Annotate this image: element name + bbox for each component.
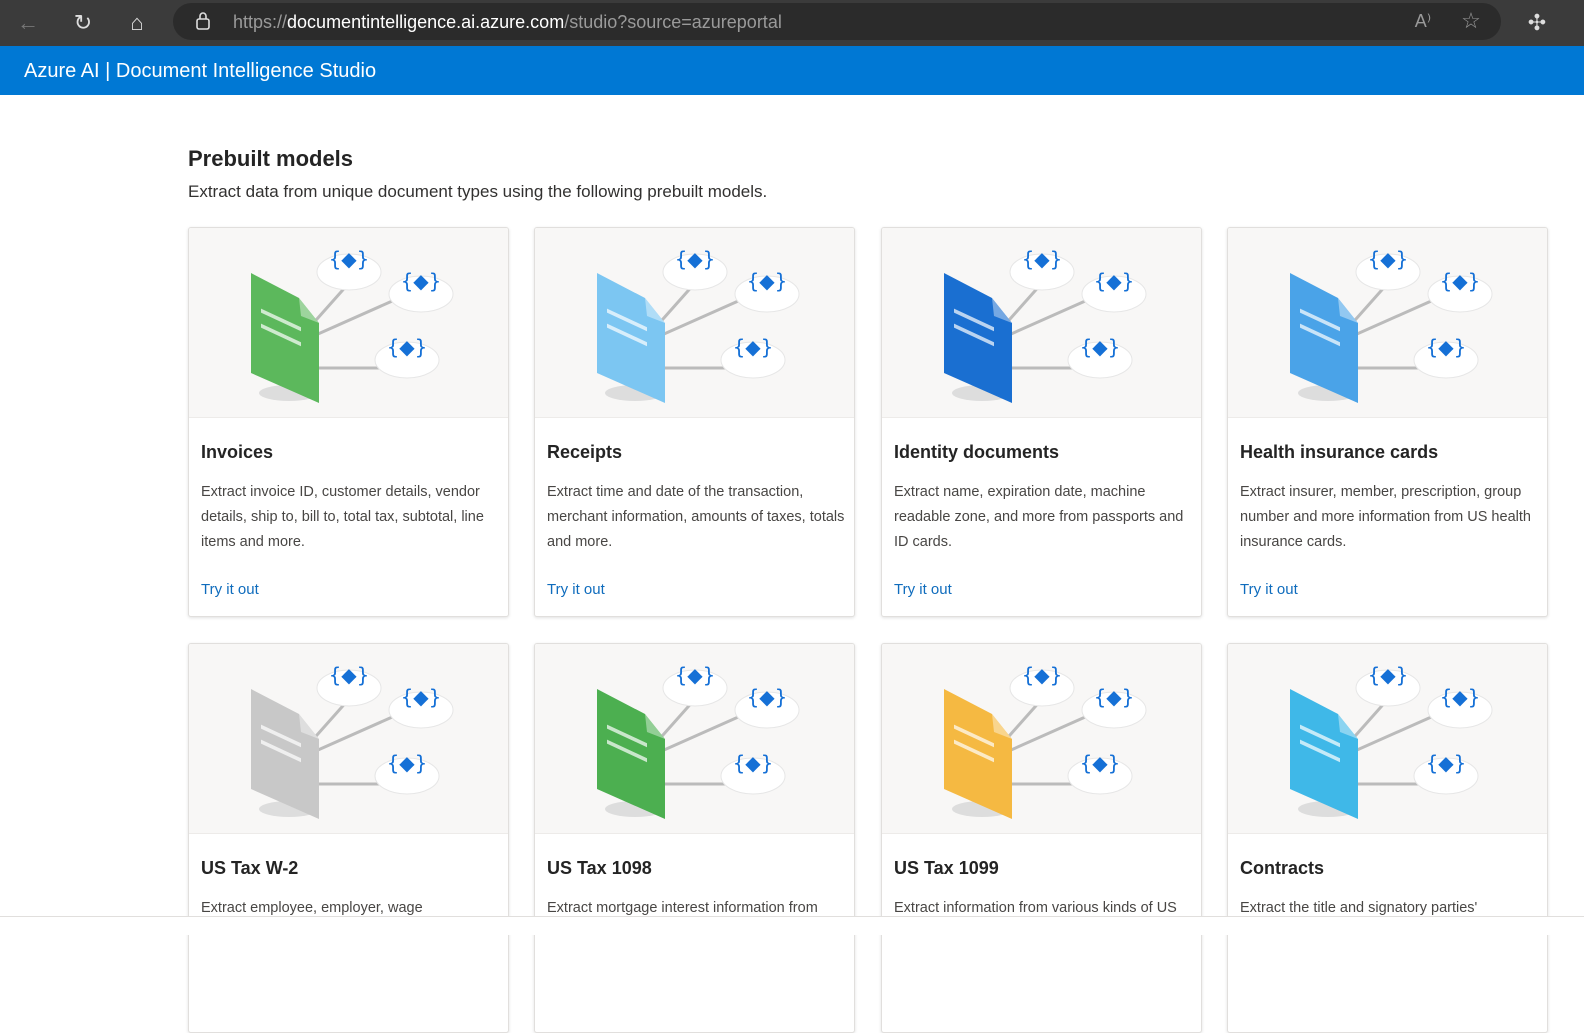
svg-text:{◆}: {◆}: [1022, 247, 1063, 271]
svg-text:{◆}: {◆}: [1094, 269, 1135, 293]
svg-text:{◆}: {◆}: [1094, 685, 1135, 709]
favorite-star-icon[interactable]: ☆: [1457, 7, 1485, 35]
browser-toolbar: ← ↻ ⌂ https://documentintelligence.ai.az…: [0, 0, 1584, 46]
svg-text:{◆}: {◆}: [1080, 751, 1121, 775]
model-card[interactable]: {◆} {◆} {◆} US Tax W-2 Extract employee, e…: [188, 643, 509, 1033]
svg-text:{◆}: {◆}: [1426, 751, 1467, 775]
svg-text:{◆}: {◆}: [1440, 269, 1481, 293]
svg-text:{◆}: {◆}: [733, 751, 774, 775]
svg-text:{◆}: {◆}: [401, 269, 442, 293]
svg-text:{◆}: {◆}: [675, 247, 716, 271]
try-it-out-link[interactable]: Try it out: [1240, 581, 1298, 598]
model-title: US Tax 1099: [894, 858, 999, 878]
model-description: Extract invoice ID, customer details, ve…: [201, 484, 484, 550]
svg-text:{◆}: {◆}: [387, 751, 428, 775]
model-description: Extract name, expiration date, machine r…: [894, 484, 1184, 550]
model-illustration: {◆} {◆} {◆}: [882, 228, 1201, 418]
svg-text:{◆}: {◆}: [329, 247, 370, 271]
model-title: US Tax 1098: [547, 858, 652, 878]
model-card[interactable]: {◆} {◆} {◆} US Tax 1099 Extract informatio…: [881, 643, 1202, 1033]
try-it-out-link[interactable]: Try it out: [201, 581, 259, 598]
model-card[interactable]: {◆} {◆} {◆} Invoices Extract invoice ID, c…: [188, 227, 509, 617]
svg-text:{◆}: {◆}: [747, 269, 788, 293]
svg-text:{◆}: {◆}: [1440, 685, 1481, 709]
app-header: Azure AI | Document Intelligence Studio: [0, 46, 1584, 95]
model-illustration: {◆} {◆} {◆}: [1228, 644, 1547, 834]
model-card[interactable]: {◆} {◆} {◆} US Tax 1098 Extract mortgage i…: [534, 643, 855, 1033]
svg-text:{◆}: {◆}: [387, 335, 428, 359]
app-title[interactable]: Azure AI | Document Intelligence Studio: [24, 60, 376, 82]
svg-text:{◆}: {◆}: [733, 335, 774, 359]
model-title: Receipts: [547, 442, 623, 462]
page-title: Prebuilt models: [188, 146, 354, 171]
model-title: Health insurance cards: [1240, 442, 1439, 462]
read-aloud-icon[interactable]: A⁾: [1409, 7, 1437, 35]
model-card[interactable]: {◆} {◆} {◆} Health insurance cards Extract…: [1227, 227, 1548, 617]
model-illustration: {◆} {◆} {◆}: [189, 228, 508, 418]
model-illustration: {◆} {◆} {◆}: [189, 644, 508, 834]
model-illustration: {◆} {◆} {◆}: [535, 228, 854, 418]
model-description: Extract time and date of the transaction…: [547, 484, 845, 550]
svg-text:{◆}: {◆}: [1426, 335, 1467, 359]
model-card[interactable]: {◆} {◆} {◆} Receipts Extract time and date…: [534, 227, 855, 617]
model-illustration: {◆} {◆} {◆}: [882, 644, 1201, 834]
back-icon[interactable]: ←: [14, 9, 42, 37]
model-card[interactable]: {◆} {◆} {◆} Identity documents Extract nam…: [881, 227, 1202, 617]
lock-icon: [196, 12, 210, 30]
svg-text:{◆}: {◆}: [329, 663, 370, 687]
bottom-edge: [0, 916, 1584, 935]
page-subtitle: Extract data from unique document types …: [188, 182, 768, 201]
extensions-icon[interactable]: ✣: [1523, 9, 1551, 37]
try-it-out-link[interactable]: Try it out: [894, 581, 952, 598]
svg-text:{◆}: {◆}: [401, 685, 442, 709]
model-title: US Tax W-2: [201, 858, 299, 878]
model-illustration: {◆} {◆} {◆}: [535, 644, 854, 834]
model-card[interactable]: {◆} {◆} {◆} Contracts Extract the title an…: [1227, 643, 1548, 1033]
model-title: Identity documents: [894, 442, 1060, 462]
svg-text:{◆}: {◆}: [675, 663, 716, 687]
svg-text:{◆}: {◆}: [1368, 663, 1409, 687]
address-bar[interactable]: https://documentintelligence.ai.azure.co…: [173, 3, 1501, 40]
refresh-icon[interactable]: ↻: [69, 9, 97, 37]
svg-text:{◆}: {◆}: [747, 685, 788, 709]
home-icon[interactable]: ⌂: [123, 9, 151, 37]
model-illustration: {◆} {◆} {◆}: [1228, 228, 1547, 418]
svg-text:{◆}: {◆}: [1368, 247, 1409, 271]
try-it-out-link[interactable]: Try it out: [547, 581, 605, 598]
svg-text:{◆}: {◆}: [1080, 335, 1121, 359]
svg-text:{◆}: {◆}: [1022, 663, 1063, 687]
model-title: Invoices: [201, 442, 274, 462]
model-title: Contracts: [1240, 858, 1325, 878]
model-description: Extract insurer, member, prescription, g…: [1240, 484, 1531, 550]
url-text: https://documentintelligence.ai.azure.co…: [233, 12, 782, 32]
